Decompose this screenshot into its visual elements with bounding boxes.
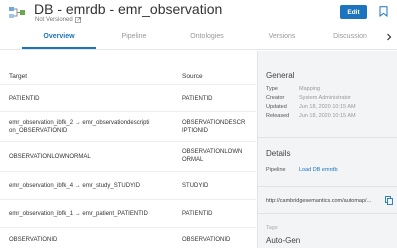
general-heading: General <box>266 71 295 80</box>
source-cell: STUDYID <box>182 183 209 189</box>
target-cell: OBSERVATIONLOWNORMAL <box>9 154 91 160</box>
chevron-right-icon[interactable] <box>386 33 392 41</box>
pipeline-key: Pipeline <box>266 167 286 173</box>
panel-divider <box>258 137 397 138</box>
tab-ontologies[interactable]: Ontologies <box>190 33 223 40</box>
tab-pipeline[interactable]: Pipeline <box>122 33 147 40</box>
tag-value: Auto-Gen <box>266 236 301 245</box>
source-cell: OBSERVATIONDESCR IPTIONID <box>182 120 246 134</box>
target-cell: emr_observation_ibfk_2 → emr_observation… <box>9 120 150 134</box>
tab-overview[interactable]: Overview <box>43 33 74 40</box>
tab-discussion[interactable]: Discussion <box>333 33 367 40</box>
creator-value: System Administrator <box>299 95 351 101</box>
creator-key: Creator <box>266 95 285 101</box>
version-status[interactable]: Not Versioned <box>35 17 81 23</box>
version-status-label: Not Versioned <box>35 17 73 23</box>
header: DB - emrdb - emr_observation Not Version… <box>0 0 397 27</box>
target-cell: OBSERVATIONID <box>9 237 58 243</box>
uri-text: http://cambridgesemantics.com/automap/..… <box>266 198 372 204</box>
bookmark-icon[interactable] <box>379 6 388 17</box>
source-cell: OBSERVATIONLOWN ORMAL <box>182 149 243 163</box>
tags-label: Tags <box>266 225 278 231</box>
type-key: Type <box>266 86 278 92</box>
column-header-source: Source <box>182 73 203 80</box>
row-divider <box>0 141 256 142</box>
row-divider <box>0 111 256 112</box>
type-value: Mapping <box>299 86 321 92</box>
row-divider <box>0 227 256 228</box>
target-cell: PATIENTID <box>9 96 40 102</box>
mapping-table: Target Source PATIENTID PATIENTID emr_ob… <box>0 51 256 248</box>
edit-button[interactable]: Edit <box>340 5 367 19</box>
row-divider <box>0 171 256 172</box>
panel-divider <box>258 186 397 187</box>
details-heading: Details <box>266 149 291 158</box>
released-key: Released <box>266 113 290 119</box>
released-value: Jun 18, 2020 10:15 AM <box>299 113 356 119</box>
column-header-target: Target <box>9 73 28 80</box>
tab-versions[interactable]: Versions <box>269 33 296 40</box>
pipeline-link[interactable]: Load DB emrdb <box>299 167 338 173</box>
page-title: DB - emrdb - emr_observation <box>34 1 223 17</box>
updated-key: Updated <box>266 104 287 110</box>
active-tab-indicator <box>22 47 96 49</box>
details-panel: General Type Mapping Creator System Admi… <box>257 51 397 248</box>
header-divider <box>0 84 256 85</box>
source-cell: PATIENTID <box>182 211 213 217</box>
target-cell: emr_observation_ibfk_4 → emr_study_STUDY… <box>9 183 141 189</box>
target-cell: emr_observation_ibfk_1 → emr_patient_PAT… <box>9 211 148 217</box>
tab-bar: Overview Pipeline Ontologies Versions Di… <box>0 27 397 50</box>
panel-divider <box>258 213 397 214</box>
source-cell: OBSERVATIONID <box>182 237 231 243</box>
source-cell: PATIENTID <box>182 96 213 102</box>
row-divider <box>0 199 256 200</box>
updated-value: Jun 18, 2020 10:15 AM <box>299 104 356 110</box>
mapping-icon <box>9 7 25 18</box>
copy-icon[interactable] <box>385 196 393 205</box>
external-link-icon <box>74 17 81 23</box>
